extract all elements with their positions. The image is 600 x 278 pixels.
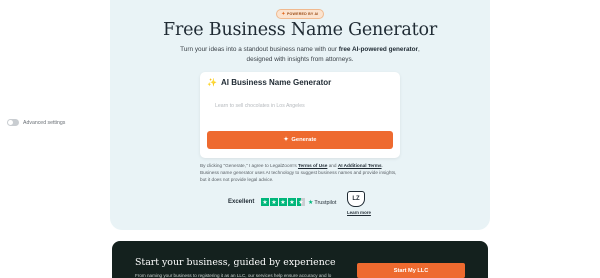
start-my-llc-button[interactable]: Start My LLC	[357, 263, 465, 278]
learn-more-link[interactable]: Learn more	[347, 210, 371, 215]
generate-button-label: Generate	[291, 137, 317, 143]
shield-icon: LZ	[347, 191, 365, 207]
advanced-settings-toggle[interactable]	[7, 119, 19, 126]
trustpilot-logo: ★ Trustpilot	[308, 199, 337, 207]
rating-label: Excellent	[228, 199, 255, 205]
ai-terms-link[interactable]: AI Additional Terms	[338, 163, 382, 168]
star-icon: ★	[279, 198, 287, 206]
cta-banner-text: From naming your business to registering…	[135, 273, 332, 278]
sparkle-icon: ✦	[281, 11, 286, 16]
subtitle-emphasis: free AI-powered generator	[338, 46, 419, 53]
half-star-icon: ★	[297, 198, 305, 206]
page-subtitle: Turn your ideas into a standout business…	[178, 45, 422, 64]
star-icon: ★	[270, 198, 278, 206]
trustpilot-rating: Excellent ★ ★ ★ ★ ★ ★ Trustpilot LZ Lear…	[228, 191, 378, 215]
input-placeholder: Learn to sell chocolates in Los Angeles	[215, 103, 305, 109]
rating-stars: ★ ★ ★ ★ ★	[261, 198, 305, 206]
subtitle-text: Turn your ideas into a standout business…	[180, 46, 339, 53]
ai-badge: ✦ POWERED BY AI	[276, 9, 324, 19]
shield-text: LZ	[352, 196, 360, 202]
trustpilot-label: Trustpilot	[314, 199, 337, 206]
ai-badge-label: POWERED BY AI	[286, 12, 319, 16]
legal-text: By clicking "Generate," I agree to Legal…	[200, 163, 299, 168]
star-icon: ★	[261, 198, 269, 206]
legal-disclaimer: By clicking "Generate," I agree to Legal…	[200, 162, 400, 183]
sparkle-icon: ✦	[283, 137, 289, 143]
star-icon: ★	[288, 198, 296, 206]
cta-banner-title: Start your business, guided by experienc…	[135, 257, 336, 268]
generate-button[interactable]: ✦ Generate	[207, 131, 393, 149]
start-my-llc-label: Start My LLC	[393, 267, 429, 274]
generator-heading: ✨ AI Business Name Generator	[207, 78, 331, 87]
page-title: Free Business Name Generator	[163, 20, 437, 40]
advanced-settings-label: Advanced settings	[23, 119, 66, 126]
generator-title: AI Business Name Generator	[220, 78, 332, 87]
trustpilot-star-icon: ★	[308, 200, 314, 206]
advanced-settings-toggle-row[interactable]: Advanced settings	[7, 119, 65, 126]
business-idea-input[interactable]: Learn to sell chocolates in Los Angeles	[207, 100, 393, 112]
terms-of-use-link[interactable]: Terms of Use	[298, 163, 327, 168]
sparkle-icon: ✨	[207, 78, 217, 87]
legal-and: and	[327, 163, 338, 168]
